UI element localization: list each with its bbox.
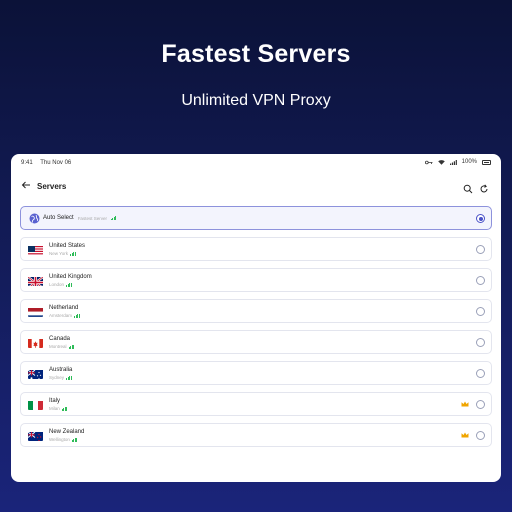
signal-icon bbox=[449, 159, 457, 165]
flag-au-icon bbox=[28, 368, 43, 379]
auto-select-tag: Fastest Server bbox=[77, 215, 107, 221]
vpn-key-icon bbox=[424, 160, 433, 164]
flag-nl-icon bbox=[28, 306, 43, 317]
page-title: Servers bbox=[37, 182, 67, 191]
auto-select-radio[interactable] bbox=[476, 214, 485, 223]
premium-crown-icon bbox=[461, 432, 469, 438]
signal-strength-icon bbox=[71, 437, 78, 442]
server-city: New York bbox=[49, 251, 69, 256]
server-country: New Zealand bbox=[49, 429, 85, 435]
server-row-nl[interactable]: Netherland Amsterdam bbox=[20, 299, 492, 323]
app-bar: Servers bbox=[11, 178, 501, 196]
server-row-nz[interactable]: New Zealand Wellington bbox=[20, 423, 492, 447]
status-bar: 9:41 Thu Nov 06 100% bbox=[11, 154, 501, 172]
server-radio[interactable] bbox=[476, 276, 485, 285]
server-city: Wellington bbox=[49, 437, 70, 442]
home-indicator bbox=[11, 476, 501, 482]
server-row-us[interactable]: United States New York bbox=[20, 237, 492, 261]
server-country: Canada bbox=[49, 336, 71, 342]
refresh-icon[interactable] bbox=[479, 181, 491, 193]
battery-percent: 100% bbox=[461, 159, 477, 165]
hero-title: Fastest Servers bbox=[161, 40, 351, 68]
premium-crown-icon bbox=[461, 401, 469, 407]
flag-us-icon bbox=[28, 244, 43, 255]
signal-strength-icon bbox=[110, 216, 117, 220]
server-country: Australia bbox=[49, 367, 73, 373]
flag-uk-icon bbox=[28, 275, 43, 286]
signal-strength-icon bbox=[66, 282, 72, 287]
server-radio[interactable] bbox=[476, 245, 485, 254]
server-row-ca[interactable]: Canada Montreal bbox=[20, 330, 492, 354]
auto-select-label: Auto Select bbox=[43, 215, 74, 221]
search-icon[interactable] bbox=[463, 181, 475, 194]
server-radio[interactable] bbox=[476, 400, 485, 409]
auto-select-row[interactable]: Auto Select Fastest Server bbox=[20, 206, 492, 230]
server-row-au[interactable]: Australia Sydney bbox=[20, 361, 492, 385]
server-radio[interactable] bbox=[476, 338, 485, 347]
hero-subtitle: Unlimited VPN Proxy bbox=[181, 92, 331, 109]
server-city: Sydney bbox=[49, 375, 65, 380]
server-city: London bbox=[49, 282, 65, 287]
back-arrow-icon[interactable] bbox=[21, 180, 35, 194]
server-country: United Kingdom bbox=[49, 274, 92, 280]
server-country: United States bbox=[49, 243, 86, 249]
server-city: Amsterdam bbox=[49, 313, 73, 318]
signal-strength-icon bbox=[68, 344, 75, 349]
server-row-it[interactable]: Italy Milan bbox=[20, 392, 492, 416]
server-city: Milan bbox=[49, 406, 60, 411]
signal-strength-icon bbox=[74, 313, 80, 318]
server-country: Italy bbox=[49, 398, 61, 404]
server-row-uk[interactable]: United Kingdom London bbox=[20, 268, 492, 292]
status-time: 9:41 bbox=[21, 160, 33, 166]
status-date: Thu Nov 06 bbox=[40, 160, 72, 166]
signal-strength-icon bbox=[66, 375, 72, 380]
signal-strength-icon bbox=[70, 251, 76, 256]
wifi-icon bbox=[437, 159, 445, 165]
signal-strength-icon bbox=[61, 406, 68, 411]
server-country: Netherland bbox=[49, 305, 79, 311]
server-radio[interactable] bbox=[476, 369, 485, 378]
server-city: Montreal bbox=[49, 344, 67, 349]
tablet-screen: 9:41 Thu Nov 06 100% Servers Auto Select bbox=[11, 154, 501, 482]
server-list: Auto Select Fastest Server United States… bbox=[20, 206, 492, 454]
flag-ca-icon bbox=[28, 337, 43, 348]
flag-nz-icon bbox=[28, 430, 43, 441]
flag-it-icon bbox=[28, 399, 43, 410]
globe-icon bbox=[29, 213, 40, 224]
server-radio[interactable] bbox=[476, 431, 485, 440]
server-radio[interactable] bbox=[476, 307, 485, 316]
battery-icon bbox=[482, 159, 491, 165]
